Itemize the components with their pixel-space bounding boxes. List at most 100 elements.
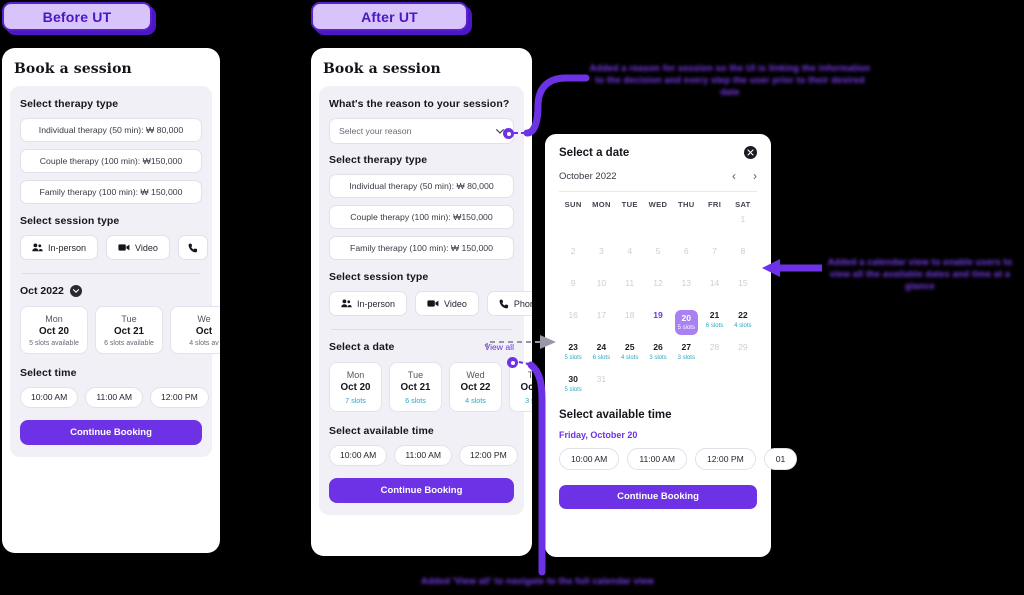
calendar-day-14[interactable]: 14 [710, 275, 720, 305]
after-time-pill[interactable]: 10:00 AM [329, 445, 388, 466]
before-therapy-option[interactable]: Individual therapy (50 min): ₩ 80,000 [20, 118, 202, 142]
chevron-down-icon[interactable] [69, 285, 82, 297]
calendar-day-4[interactable]: 4 [627, 243, 632, 273]
calendar-day-17[interactable]: 17 [597, 307, 607, 337]
calendar-day-slots: 3 slots [677, 354, 695, 361]
calendar-day-23[interactable]: 23 5 slots [564, 339, 581, 369]
calendar-day-8[interactable]: 8 [740, 243, 745, 273]
before-time-pill[interactable]: 10:00 AM [20, 387, 79, 408]
calendar-day-13[interactable]: 13 [682, 275, 692, 305]
after-continue-booking-button[interactable]: Continue Booking [329, 478, 514, 503]
calendar-day-slots: 5 slots [677, 325, 695, 332]
before-time-label: Select time [20, 367, 77, 379]
after-date-card[interactable]: Thu Oct 23 3 slots [509, 362, 532, 412]
calendar-week-row: 30 5 slots 31 [559, 371, 757, 401]
modal-time-pill[interactable]: 11:00 AM [627, 448, 687, 470]
calendar-day-7[interactable]: 7 [712, 243, 717, 273]
calendar-day-20[interactable]: 20 5 slots [674, 309, 698, 335]
after-therapy-option[interactable]: Couple therapy (100 min): ₩150,000 [329, 205, 514, 229]
calendar-day-slot: 21 6 slots [700, 307, 728, 337]
calendar-day-6[interactable]: 6 [684, 243, 689, 273]
after-reason-select[interactable]: Select your reason [329, 118, 514, 144]
calendar-day-10[interactable]: 10 [597, 275, 607, 305]
calendar-day-22[interactable]: 22 4 slots [734, 307, 751, 337]
close-circle-icon[interactable] [744, 146, 757, 159]
calendar-day-number: 15 [738, 278, 748, 288]
calendar-day-19[interactable]: 19 [653, 307, 663, 337]
after-therapy-option[interactable]: Individual therapy (50 min): ₩ 80,000 [329, 174, 514, 198]
calendar-day-12[interactable]: 12 [653, 275, 663, 305]
calendar-day-3[interactable]: 3 [599, 243, 604, 273]
video-camera-icon [427, 299, 439, 308]
before-session-chip-phone[interactable] [177, 235, 208, 260]
calendar-day-slots: 5 slots [564, 386, 582, 393]
calendar-day-slot: 22 4 slots [729, 307, 757, 337]
after-view-all-link[interactable]: View all [485, 342, 514, 352]
before-therapy-option[interactable]: Couple therapy (100 min): ₩150,000 [20, 149, 202, 173]
modal-month-label: October 2022 [559, 170, 617, 182]
calendar-day-number: 4 [627, 246, 633, 256]
calendar-day-25[interactable]: 25 4 slots [621, 339, 638, 369]
calendar-day-slot [672, 371, 700, 401]
calendar-day-31[interactable]: 31 [597, 371, 607, 401]
calendar-day-9[interactable]: 9 [571, 275, 576, 305]
calendar-day-15[interactable]: 15 [738, 275, 748, 305]
after-session-chip-video[interactable]: Video [415, 291, 479, 316]
calendar-day-24[interactable]: 24 6 slots [593, 339, 610, 369]
after-date-card[interactable]: Mon Oct 20 7 slots [329, 362, 382, 412]
chevron-left-icon[interactable]: ‹ [732, 170, 736, 182]
before-time-pill[interactable]: 11:00 AM [85, 387, 143, 408]
before-booking-card: Select therapy type Individual therapy (… [10, 86, 220, 457]
calendar-day-5[interactable]: 5 [656, 243, 661, 273]
after-time-pill[interactable]: 12:00 PM [458, 445, 518, 466]
modal-time-pill[interactable]: 10:00 AM [559, 448, 620, 470]
calendar-day-29[interactable]: 29 [738, 339, 748, 369]
before-date-carousel[interactable]: Mon Oct 20 5 slots available Tue Oct 21 … [20, 306, 220, 354]
modal-time-pill[interactable]: 01 [763, 448, 798, 470]
after-date-card[interactable]: Wed Oct 22 4 slots [449, 362, 502, 412]
modal-time-pill[interactable]: 12:00 PM [694, 448, 756, 470]
calendar-day-slot: 12 [644, 275, 672, 305]
calendar-day-28[interactable]: 28 [710, 339, 720, 369]
calendar-day-2[interactable]: 2 [571, 243, 576, 273]
calendar-weekday: WED [648, 200, 668, 209]
calendar-day-27[interactable]: 27 3 slots [678, 339, 695, 369]
after-session-chip-in-person[interactable]: In-person [329, 291, 408, 316]
calendar-day-30[interactable]: 30 5 slots [564, 371, 581, 401]
chevron-right-icon[interactable]: › [753, 170, 757, 182]
before-time-pill[interactable]: 12:00 PM [149, 387, 209, 408]
modal-continue-booking-button[interactable]: Continue Booking [559, 485, 757, 509]
calendar-day-21[interactable]: 21 6 slots [706, 307, 723, 337]
calendar-weekday: THU [678, 200, 695, 209]
before-date-avail: 5 slots available [29, 340, 79, 347]
before-session-chip-in-person[interactable]: In-person [20, 235, 99, 260]
after-session-chip-phone[interactable]: Phone [486, 291, 532, 316]
calendar-day-slot [729, 371, 757, 401]
calendar-day-number: 30 [568, 374, 578, 384]
after-date-carousel[interactable]: Mon Oct 20 7 slots Tue Oct 21 6 slots We… [329, 362, 532, 412]
after-time-label: Select available time [329, 425, 434, 437]
after-time-pill[interactable]: 11:00 AM [394, 445, 452, 466]
before-date-card[interactable]: Mon Oct 20 5 slots available [20, 306, 88, 354]
calendar-day-number: 27 [681, 342, 692, 352]
phone-icon [499, 299, 509, 309]
calendar-day-slots: 3 slots [649, 354, 667, 361]
calendar-day-11[interactable]: 11 [625, 275, 634, 305]
after-therapy-option[interactable]: Family therapy (100 min): ₩ 150,000 [329, 236, 514, 260]
calendar-day-slot: 13 [672, 275, 700, 305]
before-continue-booking-button[interactable]: Continue Booking [20, 420, 202, 445]
calendar-day-1[interactable]: 1 [740, 211, 745, 241]
calendar-day-16[interactable]: 16 [568, 307, 578, 337]
calendar-day-18[interactable]: 18 [625, 307, 635, 337]
before-date-card[interactable]: We Oct 4 slots av [170, 306, 220, 354]
before-date-card[interactable]: Tue Oct 21 6 slots available [95, 306, 163, 354]
video-camera-icon [118, 243, 130, 252]
before-month-selector[interactable]: Oct 2022 [20, 285, 202, 297]
calendar-weekday: TUE [621, 200, 638, 209]
before-therapy-option[interactable]: Family therapy (100 min): ₩ 150,000 [20, 180, 202, 204]
before-session-chip-video[interactable]: Video [106, 235, 170, 260]
people-icon [341, 299, 352, 308]
calendar-day-26[interactable]: 26 3 slots [649, 339, 666, 369]
after-date-card[interactable]: Tue Oct 21 6 slots [389, 362, 442, 412]
connector-curve-bottom [527, 361, 546, 576]
